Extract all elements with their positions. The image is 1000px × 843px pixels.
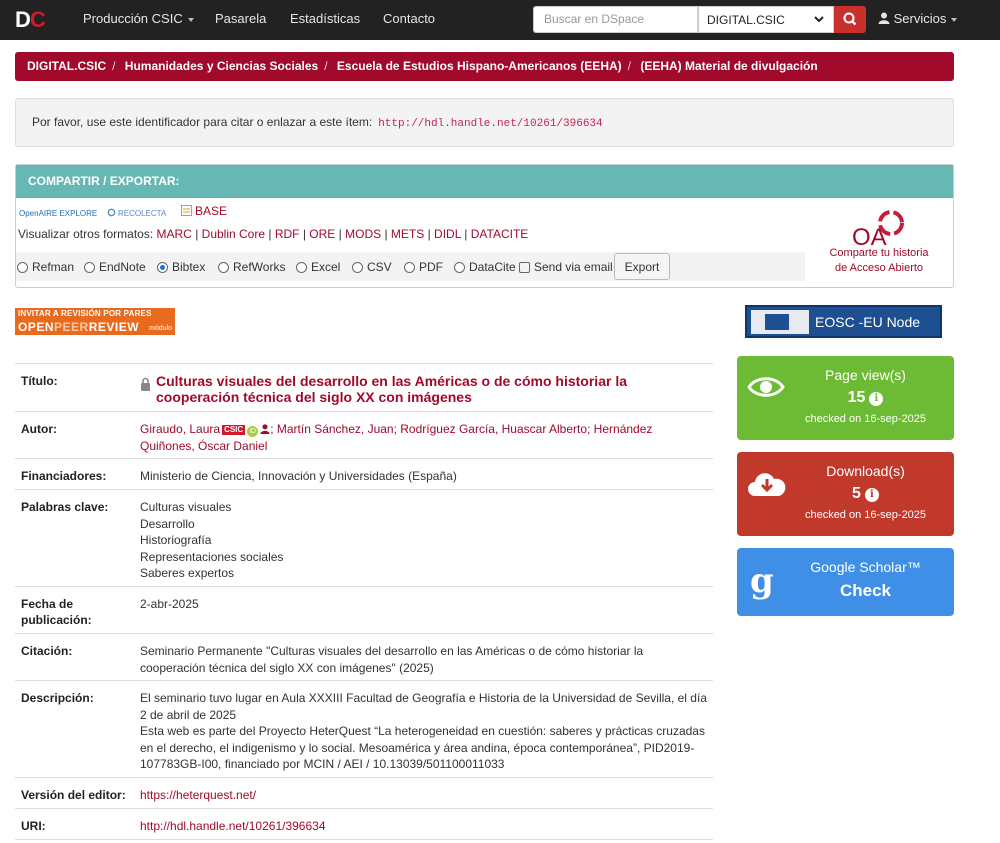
csic-badge[interactable]: CSIC bbox=[222, 425, 246, 435]
openaire-logo[interactable]: OpenAIRE EXPLORE bbox=[19, 209, 97, 218]
format-ore[interactable]: ORE bbox=[309, 227, 335, 241]
format-marc[interactable]: MARC bbox=[157, 227, 192, 241]
cite-text: Por favor, use este identificador para c… bbox=[32, 115, 373, 129]
radio-csv[interactable]: CSV bbox=[352, 260, 392, 274]
user-icon bbox=[878, 12, 890, 24]
format-mods[interactable]: MODS bbox=[345, 227, 381, 241]
cite-identifier-box: Por favor, use este identificador para c… bbox=[15, 98, 954, 147]
format-mets[interactable]: METS bbox=[391, 227, 424, 241]
svg-text:g: g bbox=[750, 562, 774, 601]
user-icon bbox=[260, 424, 270, 434]
share-export-panel: COMPARTIR / EXPORTAR: OpenAIRE EXPLORE R… bbox=[15, 164, 954, 288]
publisher-version-link[interactable]: https://heterquest.net/ bbox=[140, 788, 256, 802]
breadcrumb-item[interactable]: Humanidades y Ciencias Sociales bbox=[125, 59, 318, 73]
keyword[interactable]: Desarrollo bbox=[140, 516, 708, 533]
keyword[interactable]: Saberes expertos bbox=[140, 565, 708, 582]
base-logo[interactable]: BASE bbox=[181, 204, 227, 218]
nav-produccion-csic[interactable]: Producción CSIC bbox=[83, 11, 194, 26]
info-icon[interactable]: i bbox=[869, 392, 884, 406]
eosc-eu-node-banner[interactable]: EOSC -EU Node bbox=[745, 305, 942, 338]
recolecta-logo[interactable]: RECOLECTA bbox=[107, 208, 166, 218]
breadcrumb-item[interactable]: DIGITAL.CSIC bbox=[27, 59, 106, 73]
downloads-box[interactable]: Download(s) 5i checked on 16-sep-2025 bbox=[737, 452, 954, 536]
format-didl[interactable]: DIDL bbox=[434, 227, 461, 241]
caret-down-icon bbox=[951, 17, 958, 22]
item-metadata-table: Título: Culturas visuales del desarrollo… bbox=[15, 363, 713, 840]
radio-bibtex[interactable]: Bibtex bbox=[157, 260, 205, 274]
keyword[interactable]: Historiografía bbox=[140, 532, 708, 549]
page-views-box[interactable]: Page view(s) 15 i checked on 16-sep-2025 bbox=[737, 356, 954, 440]
author-link[interactable]: Giraudo, Laura bbox=[140, 422, 220, 436]
meta-row-autor: Autor: Giraudo, Laura CSIC iD; Martín Sánc… bbox=[15, 412, 713, 459]
share-header: COMPARTIR / EXPORTAR: bbox=[16, 165, 953, 198]
google-scholar-box[interactable]: g Google Scholar™ Check bbox=[737, 548, 954, 616]
nav-contacto[interactable]: Contacto bbox=[383, 11, 435, 26]
meta-row-fecha: Fecha de publicación: 2-abr-2025 bbox=[15, 587, 713, 634]
open-peer-review-badge[interactable]: INVITAR A REVISIÓN POR PARES OPENPEERREV… bbox=[15, 308, 175, 335]
orcid-icon[interactable]: iD bbox=[247, 426, 259, 437]
meta-row-uri: URI: http://hdl.handle.net/10261/396634 bbox=[15, 809, 713, 840]
radio-endnote[interactable]: EndNote bbox=[84, 260, 146, 274]
base-icon bbox=[181, 205, 192, 216]
nav-estadisticas[interactable]: Estadísticas bbox=[290, 11, 360, 26]
radio-refman[interactable]: Refman bbox=[17, 260, 74, 274]
export-button[interactable]: Export bbox=[614, 253, 670, 280]
open-access-logo[interactable]: OA bbox=[850, 209, 910, 249]
top-navbar: DC Producción CSIC Pasarela Estadísticas… bbox=[0, 0, 1000, 40]
item-title: Culturas visuales del desarrollo en las … bbox=[140, 373, 708, 405]
search-icon bbox=[843, 12, 857, 26]
nav-pasarela[interactable]: Pasarela bbox=[215, 11, 266, 26]
chevron-down-icon bbox=[814, 16, 824, 23]
format-datacite[interactable]: DATACITE bbox=[471, 227, 529, 241]
breadcrumb: DIGITAL.CSIC / Humanidades y Ciencias Soc… bbox=[15, 52, 954, 81]
lock-icon bbox=[141, 377, 150, 391]
dc-logo[interactable]: DC bbox=[15, 7, 46, 33]
info-icon[interactable]: i bbox=[864, 488, 879, 502]
keyword[interactable]: Representaciones sociales bbox=[140, 549, 708, 566]
radio-pdf[interactable]: PDF bbox=[404, 260, 443, 274]
meta-row-financiadores: Financiadores: Ministerio de Ciencia, In… bbox=[15, 459, 713, 490]
keyword[interactable]: Culturas visuales bbox=[140, 499, 708, 516]
radio-excel[interactable]: Excel bbox=[296, 260, 340, 274]
recolecta-icon bbox=[107, 208, 116, 217]
radio-datacite[interactable]: DataCite bbox=[454, 260, 516, 274]
format-rdf[interactable]: RDF bbox=[275, 227, 300, 241]
breadcrumb-item[interactable]: (EEHA) Material de divulgación bbox=[640, 59, 817, 73]
meta-row-descripcion: Descripción: El seminario tuvo lugar en … bbox=[15, 681, 713, 778]
caret-down-icon bbox=[187, 17, 194, 22]
send-email-checkbox[interactable]: Send via email bbox=[519, 260, 613, 274]
export-bar: Refman EndNote Bibtex RefWorks Excel CSV… bbox=[16, 252, 805, 281]
handle-link[interactable]: http://hdl.handle.net/10261/396634 bbox=[378, 118, 602, 130]
search-button[interactable] bbox=[834, 6, 866, 33]
other-formats: Visualizar otros formatos: MARC | Dublin… bbox=[18, 227, 529, 241]
meta-row-titulo: Título: Culturas visuales del desarrollo… bbox=[15, 364, 713, 412]
oa-story-link[interactable]: Comparte tu historia de Acceso Abierto bbox=[824, 246, 934, 276]
radio-refworks[interactable]: RefWorks bbox=[218, 260, 285, 274]
uri-link[interactable]: http://hdl.handle.net/10261/396634 bbox=[140, 819, 326, 833]
breadcrumb-item[interactable]: Escuela de Estudios Hispano-Americanos (… bbox=[337, 59, 622, 73]
scope-select[interactable]: DIGITAL.CSIC bbox=[698, 6, 834, 33]
search-input[interactable]: Buscar en DSpace bbox=[533, 6, 698, 33]
services-menu[interactable]: Servicios bbox=[878, 11, 958, 26]
format-dublin-core[interactable]: Dublin Core bbox=[202, 227, 265, 241]
meta-row-palabras-clave: Palabras clave: Culturas visuales Desarr… bbox=[15, 490, 713, 587]
eu-flag-icon bbox=[751, 310, 809, 334]
meta-row-version: Versión del editor: https://heterquest.n… bbox=[15, 778, 713, 809]
meta-row-citacion: Citación: Seminario Permanente "Culturas… bbox=[15, 634, 713, 681]
